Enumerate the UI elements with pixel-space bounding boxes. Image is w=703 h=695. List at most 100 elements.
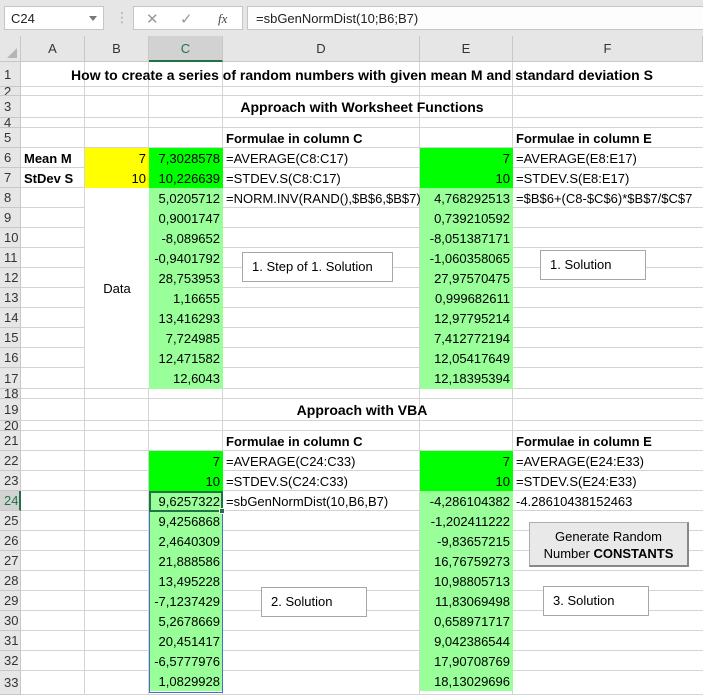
row-header-21[interactable]: 21 <box>0 431 21 451</box>
row-header-20[interactable]: 20 <box>0 421 21 431</box>
s2-c-mean-formula[interactable]: =AVERAGE(C24:C33) <box>223 451 420 471</box>
row-header-12[interactable]: 12 <box>0 268 21 288</box>
insert-function-icon[interactable]: fx <box>218 11 227 27</box>
c-data-formula[interactable]: =NORM.INV(RAND(),$B$6,$B$7) <box>223 188 421 208</box>
row-header-5[interactable]: 5 <box>0 128 21 148</box>
row-header-2[interactable]: 2 <box>0 87 21 96</box>
s2-e-data-cell[interactable]: 0,658971717 <box>420 611 513 631</box>
row-header-27[interactable]: 27 <box>0 551 21 571</box>
s2-e-data-cell[interactable]: 17,90708769 <box>420 651 513 671</box>
row-header-10[interactable]: 10 <box>0 228 21 248</box>
row-header-14[interactable]: 14 <box>0 308 21 328</box>
row-header-4[interactable]: 4 <box>0 118 21 128</box>
drag-handle-icon[interactable]: ⋮ <box>115 9 129 26</box>
s2-e-data-cell[interactable]: 9,042386544 <box>420 631 513 651</box>
row-header-25[interactable]: 25 <box>0 511 21 531</box>
select-all-button[interactable] <box>0 36 21 62</box>
row-header-28[interactable]: 28 <box>0 571 21 591</box>
row-header-1[interactable]: 1 <box>0 62 21 87</box>
stdev-input[interactable]: 10 <box>85 168 149 188</box>
textbox-3-solution[interactable]: 3. Solution <box>543 586 649 616</box>
s1-e-data-cell[interactable]: 7,412772194 <box>420 328 513 348</box>
textbox-1-solution[interactable]: 1. Solution <box>540 250 646 280</box>
row-header-13[interactable]: 13 <box>0 288 21 308</box>
c-mean-result[interactable]: 7,3028578 <box>149 148 223 168</box>
chevron-down-icon[interactable] <box>89 16 97 21</box>
row-header-6[interactable]: 6 <box>0 148 21 168</box>
s1-e-data-cell[interactable]: -1,060358065 <box>420 248 513 268</box>
s1-c-data-cell[interactable]: 0,9001747 <box>149 208 223 228</box>
mean-input[interactable]: 7 <box>85 148 149 168</box>
row-header-23[interactable]: 23 <box>0 471 21 491</box>
row-header-19[interactable]: 19 <box>0 399 21 421</box>
s1-c-data-cell[interactable]: 13,416293 <box>149 308 223 328</box>
s2-e-data-cell[interactable]: 16,76759273 <box>420 551 513 571</box>
row-header-26[interactable]: 26 <box>0 531 21 551</box>
row-header-31[interactable]: 31 <box>0 631 21 651</box>
textbox-step-1-solution[interactable]: 1. Step of 1. Solution <box>242 252 393 282</box>
column-header-c[interactable]: C <box>149 36 223 62</box>
s1-e-data-cell[interactable]: 4,768292513 <box>420 188 513 208</box>
row-header-33[interactable]: 33 <box>0 671 21 695</box>
row-header-7[interactable]: 7 <box>0 168 21 188</box>
s1-e-data-cell[interactable]: 12,05417649 <box>420 348 513 368</box>
row-header-3[interactable]: 3 <box>0 96 21 118</box>
s1-e-data-cell[interactable]: 0,739210592 <box>420 208 513 228</box>
e-stdev-result[interactable]: 10 <box>420 168 513 188</box>
s2-e-mean-result[interactable]: 7 <box>420 451 513 471</box>
s1-c-data-cell[interactable]: 1,16655 <box>149 288 223 308</box>
column-header-f[interactable]: F <box>513 36 703 62</box>
generate-random-constants-button[interactable]: Generate Random Number CONSTANTS <box>529 522 689 567</box>
s2-e-stdev-formula[interactable]: =STDEV.S(E24:E33) <box>513 471 703 491</box>
cancel-icon[interactable]: ✕ <box>146 10 159 28</box>
row-header-15[interactable]: 15 <box>0 328 21 348</box>
s2-c-stdev-result[interactable]: 10 <box>149 471 223 491</box>
s2-e-stdev-result[interactable]: 10 <box>420 471 513 491</box>
s1-c-data-cell[interactable]: 12,471582 <box>149 348 223 368</box>
column-header-b[interactable]: B <box>85 36 149 62</box>
s1-c-data-cell[interactable]: 7,724985 <box>149 328 223 348</box>
row-header-9[interactable]: 9 <box>0 208 21 228</box>
s1-e-data-cell[interactable]: 0,999682611 <box>420 288 513 308</box>
row-header-18[interactable]: 18 <box>0 389 21 399</box>
column-header-d[interactable]: D <box>223 36 420 62</box>
row-header-8[interactable]: 8 <box>0 188 21 208</box>
s2-e-data-cell[interactable]: 11,83069498 <box>420 591 513 611</box>
s1-e-data-cell[interactable]: -8,051387171 <box>420 228 513 248</box>
name-box[interactable]: C24 <box>4 6 104 30</box>
s2-e-data-cell[interactable]: -4,286104382 <box>420 491 513 511</box>
row-header-16[interactable]: 16 <box>0 348 21 368</box>
row-header-29[interactable]: 29 <box>0 591 21 611</box>
s1-c-data-cell[interactable]: 28,753953 <box>149 268 223 288</box>
e-stdev-formula[interactable]: =STDEV.S(E8:E17) <box>513 168 703 188</box>
row-header-24[interactable]: 24 <box>0 491 21 511</box>
textbox-2-solution[interactable]: 2. Solution <box>261 587 367 617</box>
c-stdev-result[interactable]: 10,226639 <box>149 168 223 188</box>
e-mean-formula[interactable]: =AVERAGE(E8:E17) <box>513 148 703 168</box>
s2-e-data-cell[interactable]: 10,98805713 <box>420 571 513 591</box>
s1-e-data-cell[interactable]: 12,18395394 <box>420 368 513 389</box>
s2-e-data-cell[interactable]: -1,202411222 <box>420 511 513 531</box>
s2-e-data-cell[interactable]: -9,83657215 <box>420 531 513 551</box>
row-header-11[interactable]: 11 <box>0 248 21 268</box>
enter-icon[interactable]: ✓ <box>180 10 193 28</box>
s1-e-data-cell[interactable]: 12,97795214 <box>420 308 513 328</box>
s1-e-data-cell[interactable]: 27,97570475 <box>420 268 513 288</box>
formula-input[interactable]: =sbGenNormDist(10;B6;B7) <box>247 6 703 30</box>
s2-c-data-formula[interactable]: =sbGenNormDist(10,B6,B7) <box>223 491 420 511</box>
s1-c-data-cell[interactable]: -0,9401792 <box>149 248 223 268</box>
s2-c-stdev-formula[interactable]: =STDEV.S(C24:C33) <box>223 471 420 491</box>
row-header-32[interactable]: 32 <box>0 651 21 671</box>
row-header-30[interactable]: 30 <box>0 611 21 631</box>
s2-e-data-cell[interactable]: 18,13029696 <box>420 671 513 691</box>
c-stdev-formula[interactable]: =STDEV.S(C8:C17) <box>223 168 420 188</box>
fill-handle[interactable] <box>219 508 225 514</box>
column-header-a[interactable]: A <box>21 36 85 62</box>
s2-c-mean-result[interactable]: 7 <box>149 451 223 471</box>
s1-c-data-cell[interactable]: -8,089652 <box>149 228 223 248</box>
s2-e-constant[interactable]: -4.28610438152463 <box>513 491 703 511</box>
row-header-17[interactable]: 17 <box>0 368 21 389</box>
e-mean-result[interactable]: 7 <box>420 148 513 168</box>
s2-e-mean-formula[interactable]: =AVERAGE(E24:E33) <box>513 451 703 471</box>
e-data-formula[interactable]: =$B$6+(C8-$C$6)*$B$7/$C$7 <box>513 188 703 208</box>
